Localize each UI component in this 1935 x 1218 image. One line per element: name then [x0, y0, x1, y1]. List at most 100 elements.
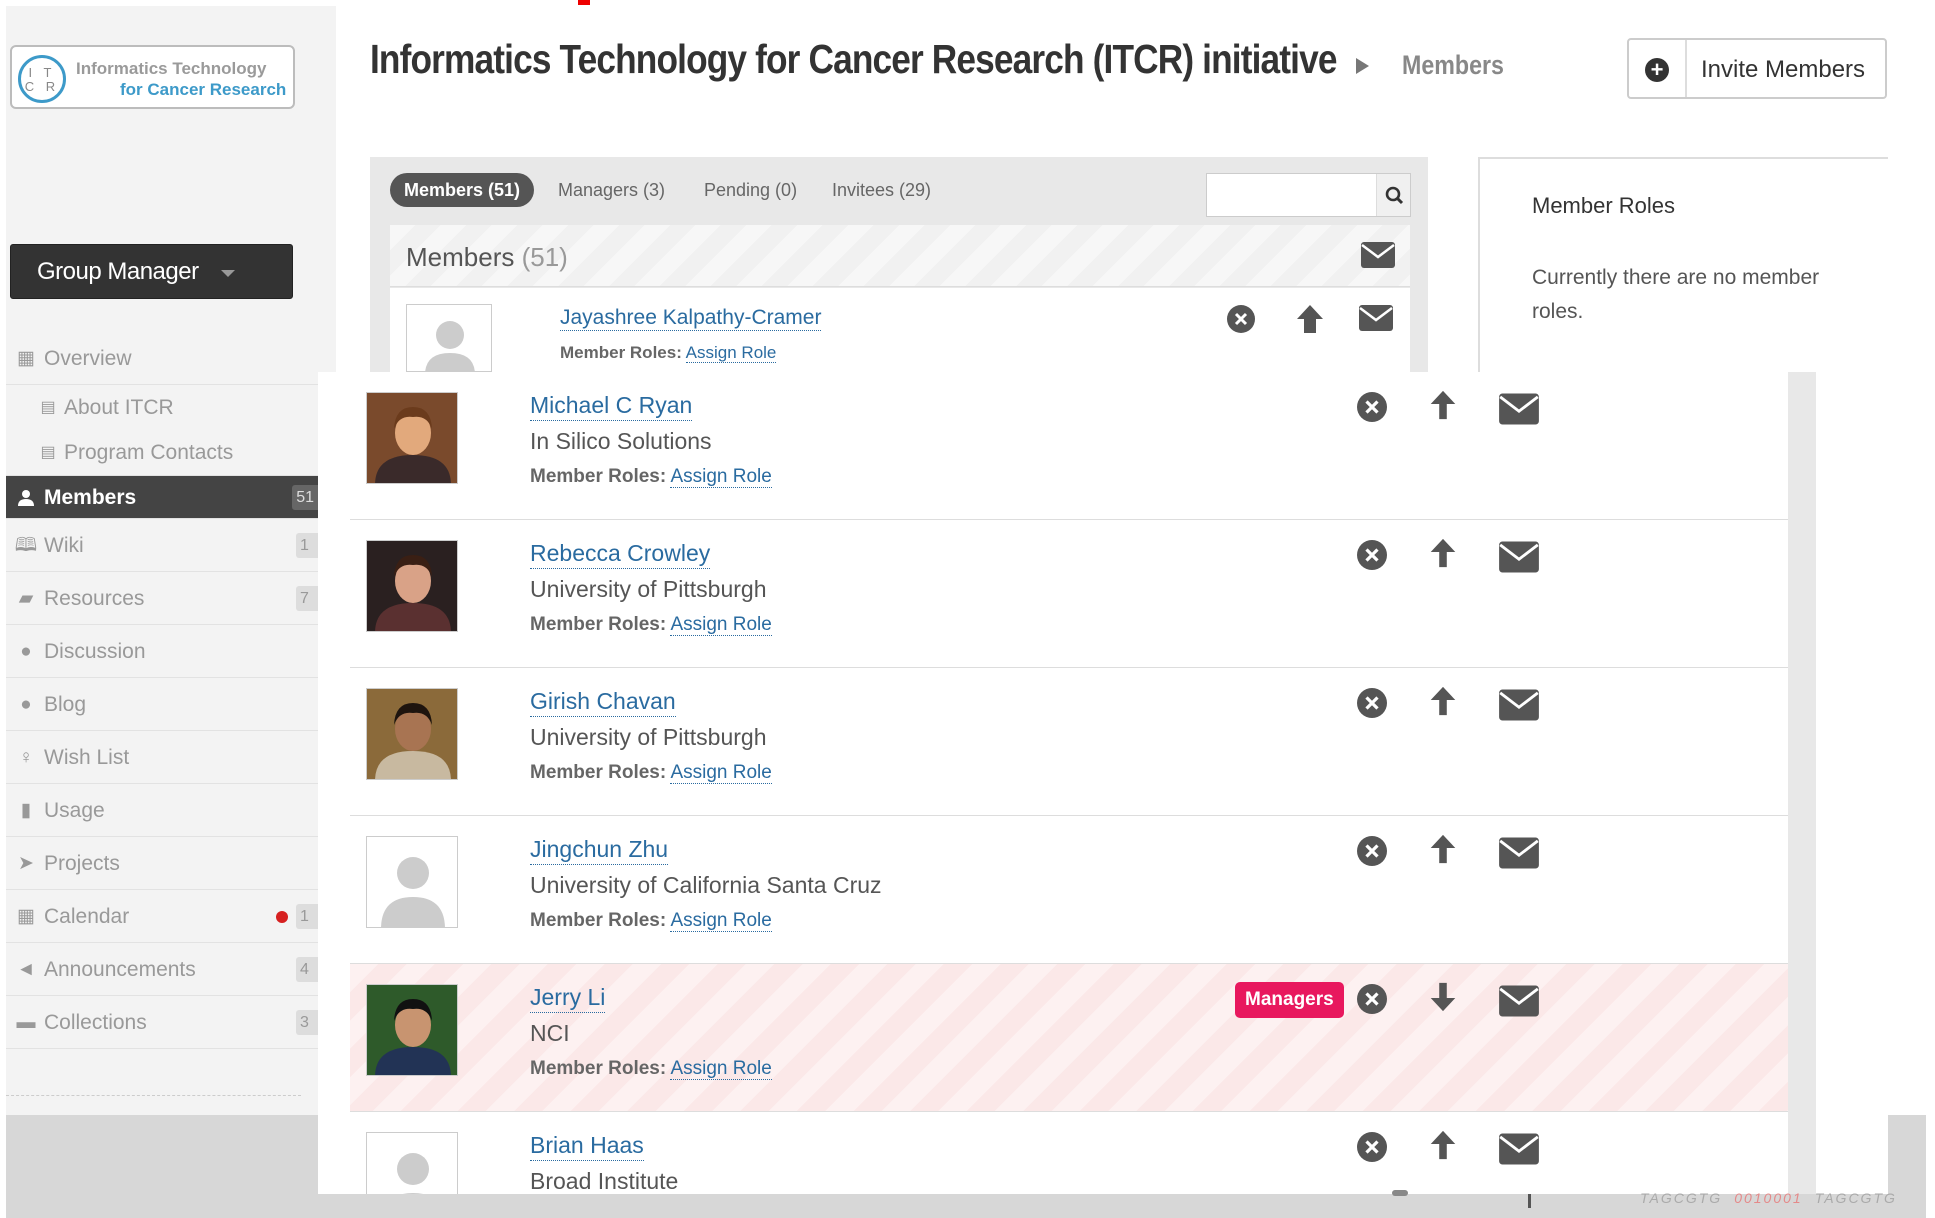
member-roles: Member Roles: Assign Role: [530, 466, 772, 488]
member-organization: University of California Santa Cruz: [530, 872, 882, 898]
member-search-input[interactable]: [1206, 173, 1411, 217]
member-name-link[interactable]: Brian Haas: [530, 1130, 644, 1161]
sidebar-item-label: Discussion: [44, 640, 146, 663]
tab-pending[interactable]: Pending (0): [704, 173, 797, 207]
remove-circle-icon[interactable]: [1355, 1130, 1389, 1164]
avatar-placeholder: [406, 304, 492, 372]
group-manager-dropdown[interactable]: Group Manager: [10, 244, 293, 299]
calendar-icon: ▦: [17, 906, 35, 927]
sidebar-item-label: Members: [44, 486, 137, 509]
sidebar-item-label: Projects: [44, 852, 120, 875]
member-name-link[interactable]: Rebecca Crowley: [530, 538, 711, 569]
sidebar-item-discussion[interactable]: ● Discussion: [6, 625, 318, 678]
remove-circle-icon[interactable]: [1226, 304, 1256, 334]
sidebar-item-members[interactable]: Members 51: [6, 476, 318, 519]
member-organization: University of Pittsburgh: [530, 724, 767, 750]
remove-circle-icon[interactable]: [1355, 538, 1389, 572]
envelope-icon[interactable]: [1498, 1132, 1540, 1166]
invite-members-label: Invite Members: [1701, 56, 1866, 83]
sidebar-item-blog[interactable]: ● Blog: [6, 678, 318, 731]
sidebar-item-label: Resources: [44, 587, 145, 610]
envelope-icon[interactable]: [1498, 984, 1540, 1018]
book-stack-icon: ▰: [18, 588, 34, 609]
members-count-badge: 51: [292, 485, 318, 510]
envelope-icon[interactable]: [1358, 304, 1394, 332]
assign-role-link[interactable]: Assign Role: [670, 466, 772, 488]
arrow-up-icon[interactable]: [1426, 832, 1460, 866]
arrow-up-icon[interactable]: [1426, 1128, 1460, 1162]
arrow-up-icon[interactable]: [1426, 536, 1460, 570]
sidebar-item-collections[interactable]: ▬ Collections 3: [6, 996, 318, 1049]
avatar-placeholder: [366, 1132, 458, 1194]
page-icon: ▤: [40, 399, 56, 416]
remove-circle-icon[interactable]: [1355, 834, 1389, 868]
remove-circle-icon[interactable]: [1355, 390, 1389, 424]
invite-members-button[interactable]: + Invite Members: [1627, 38, 1887, 99]
bullhorn-icon: ◄: [16, 959, 36, 980]
itcr-logo[interactable]: I T C R Informatics Technology for Cance…: [10, 45, 295, 109]
page-icon: ▤: [40, 444, 56, 461]
sidebar-item-label: Calendar: [44, 905, 130, 928]
avatar: [366, 540, 458, 632]
sidebar-item-label: Overview: [44, 347, 132, 370]
member-name-link[interactable]: Jingchun Zhu: [530, 834, 669, 865]
remove-circle-icon[interactable]: [1355, 982, 1389, 1016]
assign-role-link[interactable]: Assign Role: [670, 1058, 772, 1080]
table-row: Michael C Ryan In Silico Solutions Member …: [350, 372, 1788, 520]
page-title[interactable]: Informatics Technology for Cancer Resear…: [370, 36, 1337, 83]
sidebar-item-label: Usage: [44, 799, 105, 822]
member-name-link[interactable]: Jayashree Kalpathy-Cramer: [560, 306, 822, 331]
sidebar-item-announcements[interactable]: ◄ Announcements 4: [6, 943, 318, 996]
members-panel: Members (51) Managers (3) Pending (0) In…: [370, 157, 1428, 372]
avatar: [366, 392, 458, 484]
sidebar-item-wiki[interactable]: 🕮 Wiki 1: [6, 519, 318, 572]
arrow-up-icon[interactable]: [1426, 388, 1460, 422]
announcements-count-badge: 4: [296, 957, 318, 982]
collections-count-badge: 3: [296, 1010, 318, 1035]
assign-role-link[interactable]: Assign Role: [670, 614, 772, 636]
tab-members[interactable]: Members (51): [390, 173, 535, 207]
lightbulb-icon: ♀: [18, 747, 34, 768]
member-organization: In Silico Solutions: [530, 428, 712, 454]
arrow-up-icon[interactable]: [1293, 302, 1327, 336]
table-row: Jayashree Kalpathy-Cramer Member Roles: …: [390, 288, 1410, 372]
sidebar-item-wish-list[interactable]: ♀ Wish List: [6, 731, 318, 784]
envelope-icon[interactable]: [1498, 688, 1540, 722]
tab-invitees[interactable]: Invitees (29): [832, 173, 931, 207]
member-name-link[interactable]: Michael C Ryan: [530, 390, 693, 421]
tab-managers[interactable]: Managers (3): [558, 173, 665, 207]
member-name-link[interactable]: Girish Chavan: [530, 686, 676, 717]
sidebar-item-label: Wiki: [44, 534, 84, 557]
scroll-track[interactable]: [1788, 372, 1816, 1194]
member-roles-text: Currently there are no member roles.: [1532, 266, 1820, 323]
arrow-down-icon[interactable]: [1426, 980, 1460, 1014]
sidebar-item-projects[interactable]: ➤ Projects: [6, 837, 318, 890]
assign-role-link[interactable]: Assign Role: [670, 762, 772, 784]
arrow-up-icon[interactable]: [1426, 684, 1460, 718]
button-separator: [1685, 40, 1687, 97]
member-name-link[interactable]: Jerry Li: [530, 982, 606, 1013]
sidebar-item-about[interactable]: ▤ About ITCR: [6, 385, 318, 430]
sidebar-item-resources[interactable]: ▰ Resources 7: [6, 572, 318, 625]
sidebar-item-overview[interactable]: ▦ Overview: [6, 332, 318, 385]
member-roles: Member Roles: Assign Role: [530, 1058, 772, 1080]
grid-icon: ▦: [17, 348, 35, 369]
sidebar-item-program-contacts[interactable]: ▤ Program Contacts: [6, 430, 318, 476]
logo-ring-icon: I T C R: [18, 55, 66, 103]
comments-icon: ●: [20, 641, 32, 662]
sidebar-item-calendar[interactable]: ▦ Calendar 1: [6, 890, 318, 943]
envelope-icon[interactable]: [1360, 241, 1396, 269]
breadcrumb-arrow-icon: [1356, 58, 1369, 74]
search-button[interactable]: [1376, 174, 1410, 216]
remove-circle-icon[interactable]: [1355, 686, 1389, 720]
member-organization: Broad Institute: [530, 1168, 679, 1194]
envelope-icon[interactable]: [1498, 392, 1540, 426]
envelope-icon[interactable]: [1498, 836, 1540, 870]
sidebar-item-label: Wish List: [44, 746, 130, 769]
member-roles-panel: Member Roles Currently there are no memb…: [1478, 157, 1888, 372]
envelope-icon[interactable]: [1498, 540, 1540, 574]
assign-role-link[interactable]: Assign Role: [670, 910, 772, 932]
sidebar-divider: [6, 1095, 301, 1096]
assign-role-link[interactable]: Assign Role: [685, 343, 777, 363]
sidebar-item-usage[interactable]: ▮ Usage: [6, 784, 318, 837]
